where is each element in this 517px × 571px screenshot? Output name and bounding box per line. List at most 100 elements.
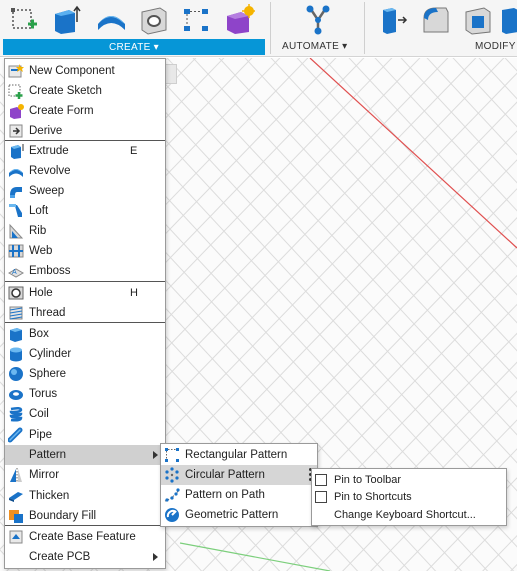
- menu-item-label: Loft: [29, 205, 49, 217]
- menu-item-torus[interactable]: Torus: [5, 384, 165, 404]
- menu-item-change-keyboard-shortcut[interactable]: Change Keyboard Shortcut...: [312, 506, 506, 523]
- rectangular-pattern-icon[interactable]: [180, 3, 212, 37]
- menu-item-label: Pattern: [29, 449, 67, 461]
- torus-icon: [8, 386, 24, 402]
- menu-item-create-pcb[interactable]: Create PCB: [5, 547, 165, 567]
- submenu-arrow-icon: [153, 553, 158, 561]
- menu-item-label: Coil: [29, 408, 49, 420]
- menu-item-label: Mirror: [29, 469, 60, 481]
- menu-item-label: Thread: [29, 307, 66, 319]
- menu-item-pattern-on-path[interactable]: Pattern on Path: [161, 485, 317, 505]
- menu-separator: [5, 281, 165, 282]
- boundary-fill-icon: [8, 508, 24, 524]
- sweep-icon: [8, 183, 24, 199]
- mirror-icon: [8, 467, 24, 483]
- create-sketch-icon: [8, 83, 24, 99]
- pattern-on-path-icon: [164, 487, 180, 503]
- menu-item-rectangular-pattern[interactable]: Rectangular Pattern: [161, 445, 317, 465]
- create-dropdown[interactable]: CREATE ▾: [3, 39, 265, 55]
- modify-dropdown[interactable]: MODIFY: [475, 41, 516, 52]
- menu-item-label: Create Sketch: [29, 85, 102, 97]
- menu-item-label: Boundary Fill: [29, 510, 97, 522]
- menu-item-create-base-feature[interactable]: Create Base Feature: [5, 527, 165, 547]
- checkbox[interactable]: [315, 490, 327, 503]
- menu-item-derive[interactable]: Derive: [5, 121, 165, 141]
- menu-item-mirror[interactable]: Mirror: [5, 465, 165, 485]
- menu-item-label: Change Keyboard Shortcut...: [334, 508, 476, 521]
- menu-item-sphere[interactable]: Sphere: [5, 364, 165, 384]
- new-component-icon: [8, 63, 24, 79]
- fillet-icon[interactable]: [420, 3, 452, 37]
- menu-item-thread[interactable]: Thread: [5, 303, 165, 323]
- create-menu: New Component Create Sketch Create Form Der…: [4, 58, 166, 569]
- menu-item-label: Geometric Pattern: [185, 509, 279, 521]
- press-pull-icon[interactable]: [378, 3, 410, 37]
- hole-icon: [8, 285, 24, 301]
- menu-item-label: Revolve: [29, 165, 71, 177]
- create-base-feature-icon: [8, 529, 24, 545]
- toolbar-divider: [364, 2, 365, 54]
- automate-icon[interactable]: [302, 3, 334, 37]
- thread-icon: [8, 305, 24, 321]
- menu-item-label: Derive: [29, 125, 63, 137]
- combine-icon[interactable]: [500, 3, 517, 37]
- menu-item-pipe[interactable]: Pipe: [5, 425, 165, 445]
- menu-item-hole[interactable]: Hole H: [5, 283, 165, 303]
- menu-item-label: Create Base Feature: [29, 531, 136, 543]
- menu-item-web[interactable]: Web: [5, 241, 165, 261]
- emboss-icon: A: [8, 263, 24, 279]
- menu-item-coil[interactable]: Coil: [5, 404, 165, 424]
- menu-item-new-component[interactable]: New Component: [5, 61, 165, 81]
- menu-item-circular-pattern[interactable]: Circular Pattern: [161, 465, 317, 485]
- menu-item-label: Sweep: [29, 185, 65, 197]
- menu-item-thicken[interactable]: Thicken: [5, 486, 165, 506]
- menu-item-cylinder[interactable]: Cylinder: [5, 344, 165, 364]
- menu-item-label: Rib: [29, 225, 47, 237]
- menu-item-pattern[interactable]: Pattern: [5, 445, 165, 465]
- menu-separator: [5, 140, 165, 141]
- pattern-submenu: Rectangular Pattern Circular Pattern Patte…: [160, 443, 318, 527]
- menu-item-pin-to-shortcuts[interactable]: Pin to Shortcuts: [312, 488, 506, 505]
- automate-dropdown[interactable]: AUTOMATE ▾: [282, 41, 347, 52]
- menu-item-box[interactable]: Box: [5, 324, 165, 344]
- svg-text:A: A: [12, 269, 17, 276]
- new-sketch-icon[interactable]: [8, 3, 40, 37]
- menu-item-label: Hole: [29, 287, 53, 299]
- menu-separator: [5, 322, 165, 323]
- extrude-icon[interactable]: [49, 3, 81, 37]
- geometric-pattern-icon: [164, 507, 180, 523]
- menu-item-label: Torus: [29, 388, 58, 400]
- extrude-icon: [8, 143, 24, 159]
- menu-item-create-sketch[interactable]: Create Sketch: [5, 81, 165, 101]
- menu-item-boundary-fill[interactable]: Boundary Fill: [5, 506, 165, 526]
- submenu-arrow-icon: [153, 451, 158, 459]
- menu-item-label: Rectangular Pattern: [185, 449, 288, 461]
- hole-icon[interactable]: [138, 3, 170, 37]
- menu-item-extrude[interactable]: Extrude E: [5, 141, 165, 161]
- menu-item-label: Box: [29, 328, 49, 340]
- menu-item-label: Extrude: [29, 145, 69, 157]
- revolve-icon[interactable]: [95, 3, 127, 37]
- menu-item-loft[interactable]: Loft: [5, 201, 165, 221]
- menu-item-label: Circular Pattern: [185, 469, 265, 481]
- checkbox[interactable]: [315, 473, 327, 486]
- create-form-icon[interactable]: [223, 3, 255, 37]
- menu-item-create-form[interactable]: Create Form: [5, 101, 165, 121]
- grid-line: [309, 58, 517, 249]
- revolve-icon: [8, 163, 24, 179]
- menu-item-label: Create Form: [29, 105, 94, 117]
- menu-item-emboss[interactable]: A Emboss: [5, 261, 165, 281]
- shell-icon[interactable]: [462, 3, 494, 37]
- menu-item-sweep[interactable]: Sweep: [5, 181, 165, 201]
- menu-item-label: Create PCB: [29, 551, 91, 563]
- rectangular-pattern-icon: [164, 447, 180, 463]
- menu-item-revolve[interactable]: Revolve: [5, 161, 165, 181]
- menu-item-rib[interactable]: Rib: [5, 221, 165, 241]
- menu-item-pin-to-toolbar[interactable]: Pin to Toolbar: [312, 471, 506, 488]
- menu-item-label: New Component: [29, 65, 115, 77]
- menu-item-geometric-pattern[interactable]: Geometric Pattern: [161, 505, 317, 525]
- circular-pattern-icon: [164, 467, 180, 483]
- grid-line: [179, 542, 331, 571]
- menu-item-label: Cylinder: [29, 348, 72, 360]
- browser-panel-tab[interactable]: [165, 64, 177, 84]
